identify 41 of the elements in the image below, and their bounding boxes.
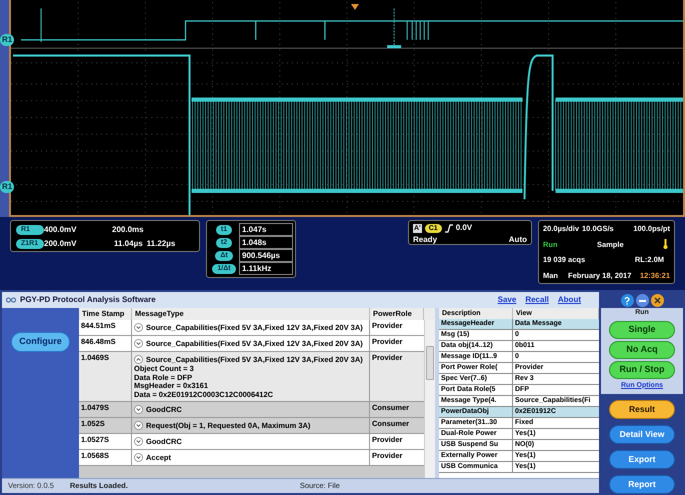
nav-button[interactable]: Result — [609, 400, 675, 419]
chevron-down-icon[interactable] — [134, 437, 143, 446]
header-link[interactable]: Recall — [525, 294, 549, 306]
zoom-start-time: 11.04µs — [114, 238, 143, 250]
help-icon[interactable] — [620, 294, 634, 307]
app-logo-icon — [6, 297, 16, 303]
close-icon[interactable] — [650, 294, 664, 307]
minimize-icon[interactable] — [636, 294, 648, 307]
run-control-button[interactable]: Single — [609, 320, 675, 338]
chevron-down-icon[interactable] — [134, 453, 143, 462]
trigger-position-icon — [351, 4, 359, 10]
channel-scale: 400.0mV — [44, 224, 78, 236]
cursor-value: 1.047s — [239, 223, 293, 236]
chevron-down-icon[interactable] — [134, 339, 143, 348]
nav-button[interactable]: Report — [609, 475, 675, 494]
time-scale: 200.0ms — [111, 224, 145, 236]
chevron-down-icon[interactable] — [134, 421, 143, 430]
nav-button[interactable]: Detail View — [609, 425, 675, 444]
chevron-down-icon[interactable] — [134, 323, 143, 332]
run-control-button[interactable]: No Acq — [609, 340, 675, 358]
trigger-level: 0.0V — [456, 222, 472, 234]
channel-marker[interactable]: R1 — [0, 181, 14, 193]
nav-button[interactable]: Export — [609, 450, 675, 469]
scrollbar[interactable] — [424, 320, 435, 478]
cursor-value: 900.546µs — [239, 249, 293, 262]
app-title: PGY-PD Protocol Analysis Software — [20, 294, 156, 306]
thermometer-icon — [663, 239, 668, 250]
header-link[interactable]: Save — [498, 294, 516, 306]
zoom-end-time: 11.22µs — [146, 238, 176, 250]
header-link[interactable]: About — [558, 294, 581, 306]
chevron-down-icon[interactable] — [134, 405, 143, 414]
configure-button[interactable]: Configure — [11, 332, 70, 352]
run-control-button[interactable]: Run / Stop — [609, 360, 675, 378]
rising-edge-icon — [444, 224, 453, 232]
cursor-value: 1.11kHz — [239, 262, 293, 275]
chevron-up-icon[interactable] — [134, 355, 143, 364]
trigger-state: Ready — [413, 234, 438, 246]
zoom-scale: 200.0mV — [44, 238, 78, 250]
channel-marker[interactable]: R1 — [0, 34, 14, 46]
trigger-mode: Auto — [508, 234, 527, 246]
cursor-value: 1.048s — [239, 236, 293, 249]
